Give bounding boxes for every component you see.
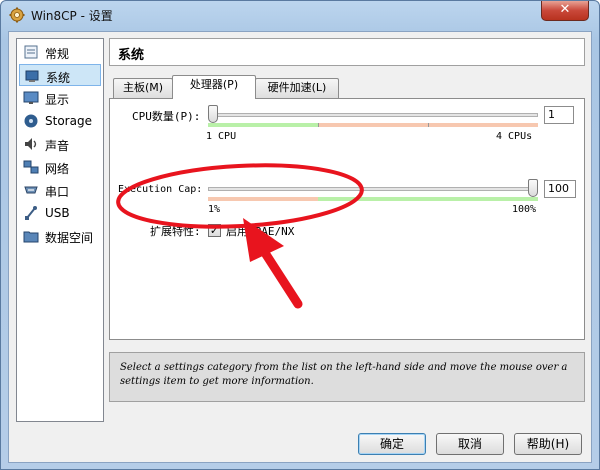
pae-nx-label[interactable]: 启用 PAE/NX — [226, 223, 294, 239]
cap-max-label: 100% — [512, 204, 537, 215]
pae-nx-checkbox[interactable]: ✓ — [208, 224, 221, 237]
tab-label: 硬件加速(L) — [267, 81, 327, 94]
extended-features-label: 扩展特性: — [150, 225, 201, 238]
audio-icon — [25, 138, 37, 150]
ok-button-label: 确定 — [379, 437, 404, 451]
cap-zone-warn — [208, 197, 318, 201]
tab-acceleration[interactable]: 硬件加速(L) — [255, 78, 339, 98]
close-button[interactable]: ✕ — [541, 1, 589, 21]
sidebar-item-label: 串口 — [45, 185, 70, 199]
cpu-tick — [428, 123, 429, 127]
window-title: Win8CP - 设置 — [31, 9, 113, 23]
page-title: 系统 — [118, 48, 145, 63]
tab-label: 主板(M) — [122, 81, 164, 94]
display-icon — [23, 91, 39, 104]
sidebar-item-system[interactable]: 系统 — [19, 64, 101, 86]
sidebar-item-display[interactable]: 显示 — [19, 87, 101, 109]
cpu-max-label: 4 CPUs — [496, 131, 533, 142]
execution-cap-spinbox[interactable]: 100 — [544, 180, 576, 198]
cancel-button-label: 取消 — [457, 437, 482, 451]
usb-icon — [25, 206, 37, 220]
sidebar-item-label: 显示 — [45, 93, 70, 107]
page-header: 系统 — [109, 38, 585, 66]
help-button[interactable]: 帮助(H) — [514, 433, 582, 455]
sidebar-item-label: 数据空间 — [45, 231, 94, 245]
sidebar-item-audio[interactable]: 声音 — [19, 133, 101, 155]
cpu-zone-ok — [208, 123, 318, 127]
general-icon — [24, 45, 38, 59]
sidebar-item-shared-folders[interactable]: 数据空间 — [19, 225, 101, 247]
sidebar-item-label: 系统 — [46, 71, 71, 85]
sidebar-item-usb[interactable]: USB — [19, 202, 101, 224]
cpu-count-value: 1 — [548, 108, 555, 121]
cpu-count-spinbox[interactable]: 1 — [544, 106, 574, 124]
help-button-label: 帮助(H) — [526, 437, 570, 451]
execution-cap-value: 100 — [548, 182, 569, 195]
cpu-tick — [318, 123, 319, 127]
settings-category-list[interactable]: 常规 系统 显示 Storage 声音 网络 串口 USB 数据空间 — [16, 38, 104, 422]
sidebar-item-serial-ports[interactable]: 串口 — [19, 179, 101, 201]
close-icon: ✕ — [559, 2, 571, 17]
cap-min-label: 1% — [208, 204, 221, 215]
sidebar-item-label: 常规 — [45, 47, 70, 61]
sidebar-item-label: 网络 — [45, 162, 70, 176]
storage-icon — [24, 114, 38, 128]
cap-slider-thumb[interactable] — [528, 179, 538, 197]
ok-button[interactable]: 确定 — [358, 433, 426, 455]
cap-zone-ok — [318, 197, 538, 201]
sidebar-item-label: Storage — [45, 114, 92, 128]
tab-label: 处理器(P) — [189, 78, 239, 91]
sidebar-item-storage[interactable]: Storage — [19, 110, 101, 132]
sidebar-item-label: USB — [45, 206, 70, 220]
cap-slider-track[interactable] — [208, 187, 538, 191]
sidebar-item-general[interactable]: 常规 — [19, 41, 101, 63]
tab-processor[interactable]: 处理器(P) — [172, 75, 256, 99]
sidebar-item-label: 声音 — [45, 139, 70, 153]
info-text: Select a settings category from the list… — [120, 362, 568, 387]
system-icon — [25, 70, 39, 82]
settings-window: Win8CP - 设置 ✕ 常规 系统 显示 Storage 声音 网络 串口 … — [0, 0, 600, 470]
cancel-button[interactable]: 取消 — [436, 433, 504, 455]
info-description: Select a settings category from the list… — [109, 352, 585, 402]
cpu-slider-thumb[interactable] — [208, 105, 218, 123]
cpu-min-label: 1 CPU — [206, 131, 237, 142]
serial-port-icon — [24, 186, 38, 194]
gear-icon — [9, 7, 25, 23]
shared-folder-icon — [23, 231, 39, 243]
cpu-count-label: CPU数量(P): — [132, 110, 201, 123]
dialog-body: 常规 系统 显示 Storage 声音 网络 串口 USB 数据空间 系统 主板… — [8, 31, 592, 463]
checkmark-icon: ✓ — [209, 224, 220, 237]
sidebar-item-network[interactable]: 网络 — [19, 156, 101, 178]
title-bar[interactable]: Win8CP - 设置 ✕ — [1, 1, 599, 29]
execution-cap-label: Execution Cap: — [118, 184, 203, 195]
tab-motherboard[interactable]: 主板(M) — [113, 78, 173, 98]
cpu-slider-track[interactable] — [208, 113, 538, 117]
processor-tab-panel: CPU数量(P): 1 1 CPU 4 CPUs Execution Cap: … — [109, 98, 585, 340]
network-icon — [23, 160, 39, 174]
